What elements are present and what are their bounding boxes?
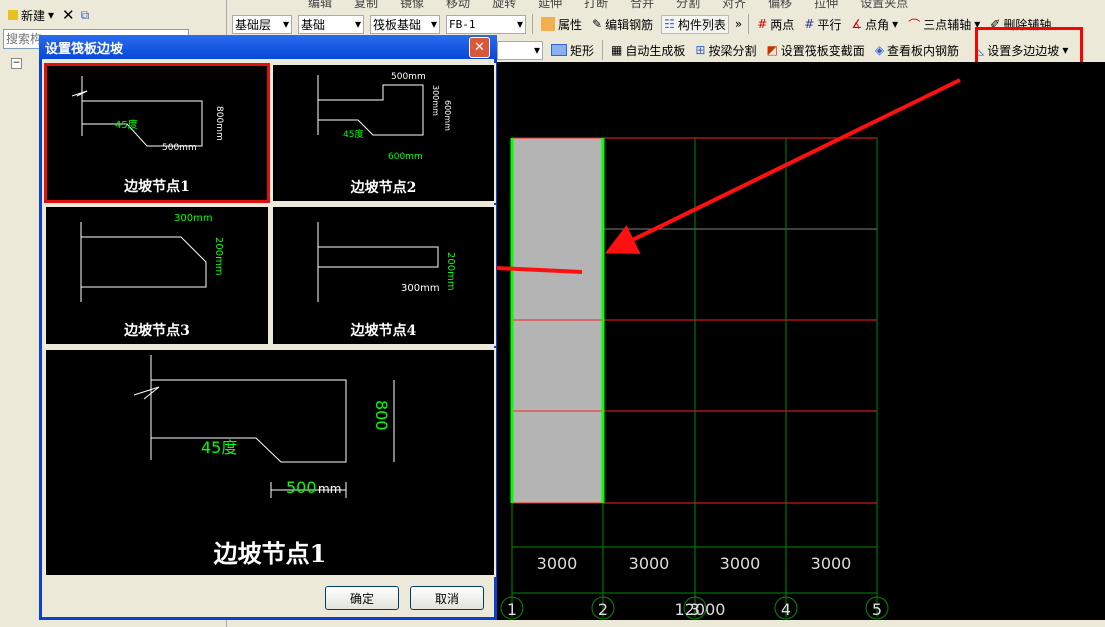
svg-text:mm: mm — [318, 482, 341, 496]
svg-text:45度: 45度 — [201, 438, 237, 457]
preview-diagram: 45度 500 mm 800 — [133, 355, 395, 498]
svg-text:500mm: 500mm — [391, 72, 426, 82]
node4-diagram: 200mm 300mm — [317, 222, 456, 302]
svg-text:500mm: 500mm — [162, 143, 197, 153]
svg-text:45度: 45度 — [115, 118, 138, 131]
svg-text:300mm: 300mm — [431, 85, 440, 116]
slope-dialog: 设置筏板边坡 ✕ 45度 500mm 800mm 边坡节点1 500mm 300mm 6… — [39, 35, 497, 620]
arrow-to-edge — [604, 78, 961, 254]
svg-text:500: 500 — [286, 478, 317, 497]
svg-text:600mm: 600mm — [388, 152, 423, 162]
node2-diagram: 500mm300mm 600mm45度600mm — [317, 72, 452, 162]
close-button[interactable]: ✕ — [469, 37, 490, 58]
svg-text:200mm: 200mm — [445, 252, 456, 291]
svg-text:800: 800 — [372, 400, 391, 431]
node-option-3[interactable]: 300mm 200mm 边坡节点3 — [44, 205, 270, 346]
svg-text:200mm: 200mm — [213, 237, 224, 276]
preview-panel: 45度 500 mm 800 边坡节点1 — [44, 348, 496, 577]
node1-diagram: 45度 500mm 800mm — [71, 76, 224, 153]
svg-text:800mm: 800mm — [214, 106, 224, 141]
dialog-titlebar: 设置筏板边坡 ✕ — [39, 35, 497, 59]
svg-text:45度: 45度 — [343, 128, 363, 140]
node-option-2[interactable]: 500mm 300mm 600mm 45度 600mm 边坡节点2 — [271, 63, 496, 203]
cancel-button[interactable]: 取消 — [410, 586, 484, 610]
svg-text:600mm: 600mm — [443, 100, 452, 131]
node3-diagram: 300mm 200mm — [80, 213, 224, 302]
svg-text:300mm: 300mm — [174, 213, 213, 224]
ok-button[interactable]: 确定 — [325, 586, 399, 610]
node-option-4[interactable]: 200mm 300mm 边坡节点4 — [271, 205, 496, 346]
svg-text:300mm: 300mm — [401, 283, 440, 294]
node-option-1[interactable]: 45度 500mm 800mm 边坡节点1 — [44, 63, 270, 203]
